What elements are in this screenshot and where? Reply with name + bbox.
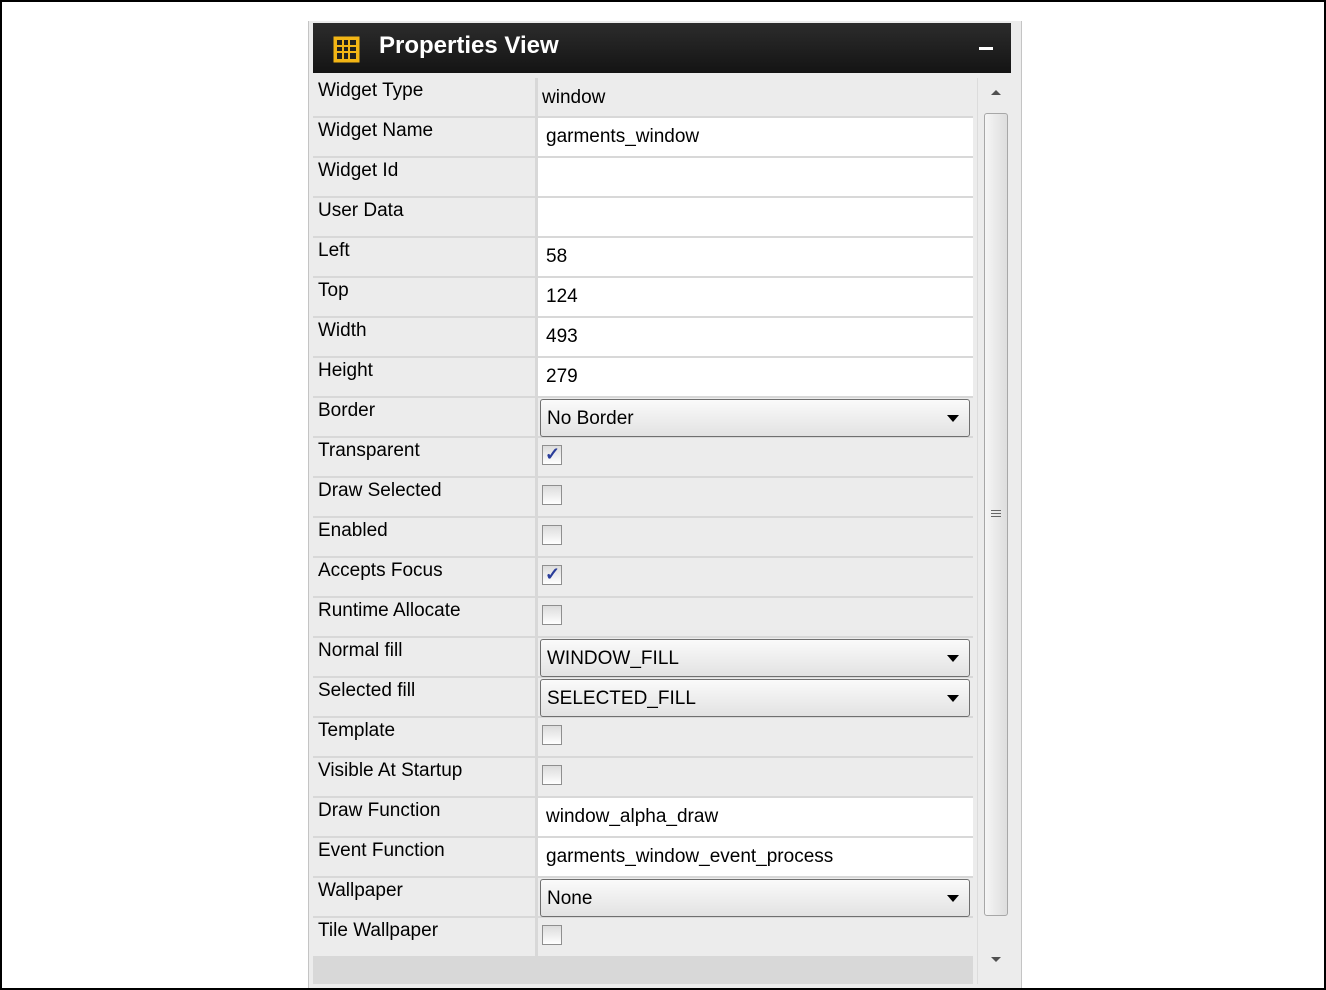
property-label: Enabled xyxy=(313,518,535,556)
wallpaper-dropdown-value: None xyxy=(547,888,593,909)
property-row-visible-at-startup: Visible At Startup xyxy=(313,758,973,798)
property-label: Top xyxy=(313,278,535,316)
property-label: Normal fill xyxy=(313,638,535,676)
transparent-checkbox[interactable]: ✓ xyxy=(542,444,562,465)
property-row-template: Template xyxy=(313,718,973,758)
property-row-draw-selected: Draw Selected xyxy=(313,478,973,518)
border-dropdown[interactable]: No Border xyxy=(540,399,970,437)
property-row-transparent: Transparent ✓ xyxy=(313,438,973,478)
dropdown-arrow-icon xyxy=(947,695,959,702)
property-row-user-data: User Data xyxy=(313,198,973,238)
property-row-accepts-focus: Accepts Focus ✓ xyxy=(313,558,973,598)
property-label: Visible At Startup xyxy=(313,758,535,796)
transparent-checkbox-cell: ✓ xyxy=(538,438,973,476)
property-row-height: Height 279 xyxy=(313,358,973,398)
property-row-top: Top 124 xyxy=(313,278,973,318)
wallpaper-dropdown-cell: None xyxy=(538,878,973,917)
scroll-up-arrow-icon[interactable] xyxy=(991,90,1001,95)
template-checkbox[interactable] xyxy=(542,725,562,745)
panel-titlebar: Properties View xyxy=(313,23,1011,73)
property-row-left: Left 58 xyxy=(313,238,973,278)
property-row-wallpaper: Wallpaper None xyxy=(313,878,973,918)
visible-at-startup-checkbox-cell xyxy=(538,758,973,796)
property-row-widget-type: Widget Type window xyxy=(313,78,973,118)
height-field[interactable]: 279 xyxy=(538,358,973,396)
event-function-field[interactable]: garments_window_event_process xyxy=(538,838,973,876)
property-label: Draw Selected xyxy=(313,478,535,516)
normal-fill-dropdown-cell: WINDOW_FILL xyxy=(538,638,973,677)
enabled-checkbox[interactable] xyxy=(542,525,562,545)
draw-function-field[interactable]: window_alpha_draw xyxy=(538,798,973,836)
property-label: Tile Wallpaper xyxy=(313,918,535,956)
property-label: Draw Function xyxy=(313,798,535,836)
accepts-focus-checkbox-cell: ✓ xyxy=(538,558,973,596)
enabled-checkbox-cell xyxy=(538,518,973,556)
dropdown-arrow-icon xyxy=(947,895,959,902)
scroll-thumb[interactable] xyxy=(984,113,1008,916)
width-field[interactable]: 493 xyxy=(538,318,973,356)
property-label: Height xyxy=(313,358,535,396)
checkmark-icon: ✓ xyxy=(545,444,561,464)
border-dropdown-value: No Border xyxy=(547,408,634,429)
left-field[interactable]: 58 xyxy=(538,238,973,276)
accepts-focus-checkbox[interactable]: ✓ xyxy=(542,564,562,585)
widget-name-field[interactable]: garments_window xyxy=(538,118,973,156)
scroll-down-arrow-icon[interactable] xyxy=(991,957,1001,962)
grid-table-icon xyxy=(333,36,360,63)
vertical-scrollbar[interactable] xyxy=(977,78,1016,984)
template-checkbox-cell xyxy=(538,718,973,756)
border-dropdown-cell: No Border xyxy=(538,398,973,437)
normal-fill-dropdown[interactable]: WINDOW_FILL xyxy=(540,639,970,677)
property-label: Selected fill xyxy=(313,678,535,716)
selected-fill-dropdown-value: SELECTED_FILL xyxy=(547,688,696,709)
dropdown-arrow-icon xyxy=(947,415,959,422)
properties-grid: Widget Type window Widget Name garments_win… xyxy=(313,78,973,984)
property-label: Runtime Allocate xyxy=(313,598,535,636)
widget-id-field[interactable] xyxy=(538,158,973,196)
property-row-tile-wallpaper: Tile Wallpaper xyxy=(313,918,973,958)
property-label: Transparent xyxy=(313,438,535,476)
visible-at-startup-checkbox[interactable] xyxy=(542,765,562,785)
property-row-enabled: Enabled xyxy=(313,518,973,558)
property-row-width: Width 493 xyxy=(313,318,973,358)
draw-selected-checkbox[interactable] xyxy=(542,485,562,505)
user-data-field[interactable] xyxy=(538,198,973,236)
property-row-runtime-allocate: Runtime Allocate xyxy=(313,598,973,638)
runtime-allocate-checkbox[interactable] xyxy=(542,605,562,625)
dropdown-arrow-icon xyxy=(947,655,959,662)
tile-wallpaper-checkbox[interactable] xyxy=(542,925,562,945)
minimize-icon[interactable] xyxy=(979,47,993,50)
property-label: Widget Id xyxy=(313,158,535,196)
property-label: Left xyxy=(313,238,535,276)
property-label: Border xyxy=(313,398,535,436)
top-field[interactable]: 124 xyxy=(538,278,973,316)
property-label: Event Function xyxy=(313,838,535,876)
property-label: Wallpaper xyxy=(313,878,535,916)
property-row-border: Border No Border xyxy=(313,398,973,438)
tile-wallpaper-checkbox-cell xyxy=(538,918,973,956)
checkmark-icon: ✓ xyxy=(545,564,561,584)
selected-fill-dropdown[interactable]: SELECTED_FILL xyxy=(540,679,970,717)
property-label: Width xyxy=(313,318,535,356)
property-value-widget-type: window xyxy=(538,78,973,116)
normal-fill-dropdown-value: WINDOW_FILL xyxy=(547,648,679,669)
property-label: Widget Name xyxy=(313,118,535,156)
property-label: Template xyxy=(313,718,535,756)
grip-icon xyxy=(991,510,1001,520)
properties-panel: Properties View Widget Type window Widget … xyxy=(308,21,1022,988)
property-row-widget-id: Widget Id xyxy=(313,158,973,198)
property-row-draw-function: Draw Function window_alpha_draw xyxy=(313,798,973,838)
property-row-event-function: Event Function garments_window_event_proc… xyxy=(313,838,973,878)
property-label: User Data xyxy=(313,198,535,236)
property-row-normal-fill: Normal fill WINDOW_FILL xyxy=(313,638,973,678)
runtime-allocate-checkbox-cell xyxy=(538,598,973,636)
property-label: Accepts Focus xyxy=(313,558,535,596)
wallpaper-dropdown[interactable]: None xyxy=(540,879,970,917)
property-row-widget-name: Widget Name garments_window xyxy=(313,118,973,158)
panel-title: Properties View xyxy=(379,32,559,59)
selected-fill-dropdown-cell: SELECTED_FILL xyxy=(538,678,973,717)
property-row-selected-fill: Selected fill SELECTED_FILL xyxy=(313,678,973,718)
property-label: Widget Type xyxy=(313,78,535,116)
draw-selected-checkbox-cell xyxy=(538,478,973,516)
